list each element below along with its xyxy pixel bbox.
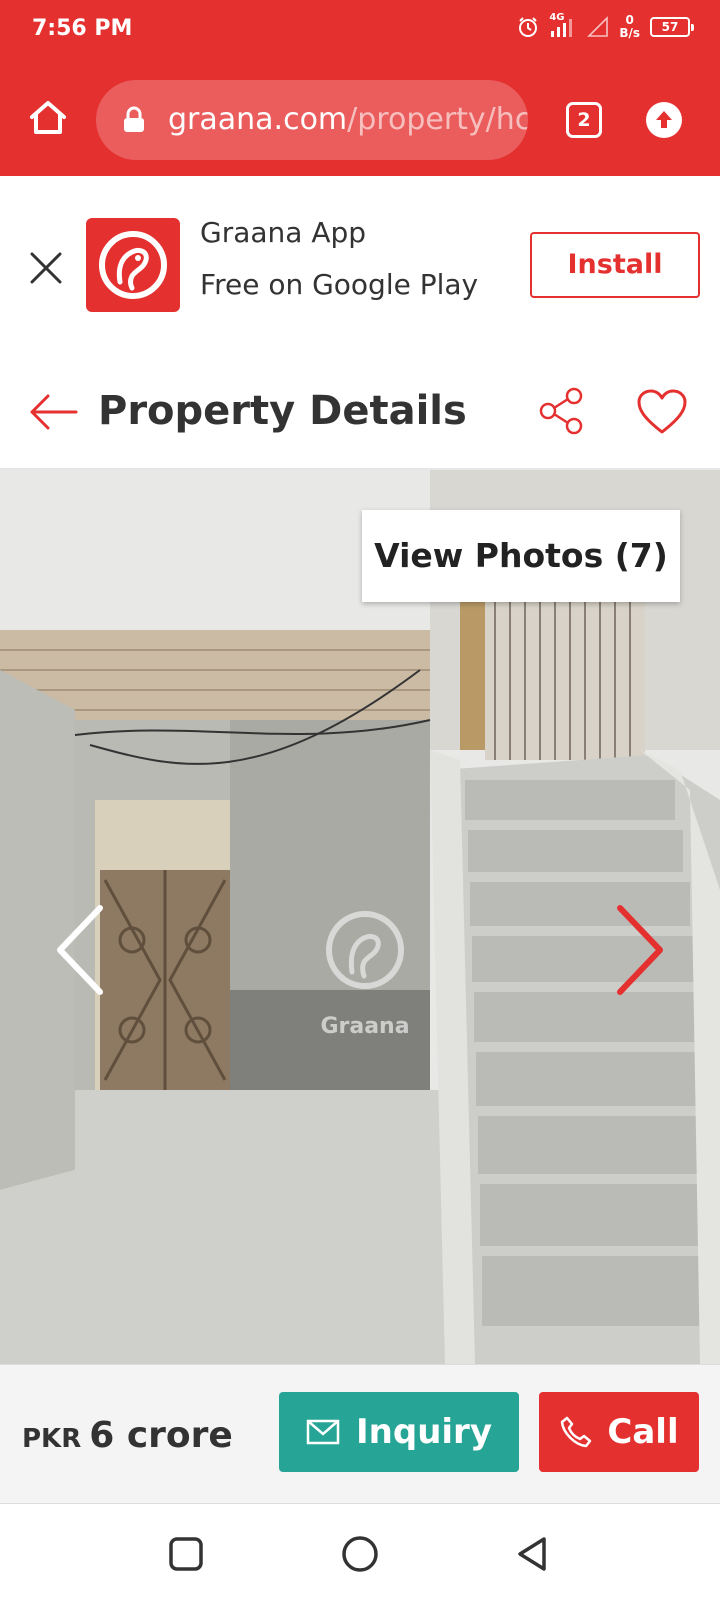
square-icon	[169, 1537, 203, 1571]
call-button[interactable]: Call	[539, 1392, 699, 1472]
upload-button[interactable]	[646, 102, 682, 138]
home-icon	[30, 101, 66, 134]
back-arrow-icon	[30, 394, 78, 430]
network-speed-unit: B/s	[619, 26, 640, 40]
watermark-text: Graana	[320, 1014, 410, 1039]
previous-photo-button[interactable]	[50, 900, 110, 1000]
view-photos-button[interactable]: View Photos (7)	[362, 510, 680, 602]
graana-watermark-icon	[326, 911, 404, 989]
share-icon	[539, 387, 583, 435]
url-domain: graana.com	[168, 102, 348, 137]
app-install-banner: Graana App Free on Google Play Install	[0, 176, 720, 356]
phone-icon	[561, 1416, 592, 1448]
browser-toolbar: graana.com/property/hc 2	[0, 64, 720, 176]
home-nav-button[interactable]	[340, 1534, 380, 1574]
graana-app-logo	[86, 218, 180, 312]
inquiry-button[interactable]: Inquiry	[279, 1392, 519, 1472]
page-title: Property Details	[98, 388, 467, 434]
signal-empty-icon	[587, 16, 609, 37]
battery-icon: 57	[650, 17, 694, 37]
share-button[interactable]	[536, 386, 586, 436]
price: PKR 6 crore	[22, 1415, 233, 1456]
price-currency: PKR	[22, 1424, 82, 1454]
recents-button[interactable]	[166, 1534, 206, 1574]
next-photo-button[interactable]	[610, 900, 670, 1000]
close-banner-button[interactable]	[26, 248, 66, 288]
tab-switcher-button[interactable]: 2	[566, 102, 602, 138]
signal-strength-icon: 4G	[549, 12, 577, 39]
favorite-button[interactable]	[636, 388, 688, 436]
back-button[interactable]	[28, 386, 80, 438]
address-bar[interactable]: graana.com/property/hc	[96, 80, 528, 160]
page-header: Property Details	[0, 356, 720, 470]
close-icon	[30, 252, 62, 284]
install-button[interactable]: Install	[530, 232, 700, 298]
status-bar: 7:56 PM 4G 0 B/s 57	[0, 0, 720, 64]
app-subtitle: Free on Google Play	[200, 268, 479, 301]
chevron-left-icon	[57, 905, 103, 995]
url-path: /property/hc	[347, 102, 528, 137]
system-navigation-bar	[0, 1504, 720, 1600]
app-name: Graana App	[200, 216, 367, 249]
graana-logo-icon	[99, 231, 167, 299]
inquiry-label: Inquiry	[356, 1412, 492, 1452]
upload-icon	[656, 111, 672, 128]
price-amount: 6 crore	[89, 1415, 233, 1456]
chevron-right-icon	[617, 905, 663, 995]
circle-icon	[342, 1536, 378, 1572]
alarm-icon	[519, 17, 538, 37]
back-nav-button[interactable]	[512, 1534, 552, 1574]
property-photo[interactable]: Graana View Photos (7)	[0, 470, 720, 1364]
action-bar: PKR 6 crore Inquiry Call	[0, 1364, 720, 1504]
heart-icon	[637, 389, 687, 434]
call-label: Call	[607, 1412, 679, 1452]
status-time: 7:56 PM	[32, 16, 133, 41]
network-speed: 0 B/s	[619, 14, 640, 40]
triangle-back-icon	[518, 1537, 546, 1571]
status-icons: 4G 0 B/s 57	[517, 12, 694, 40]
home-button[interactable]	[26, 96, 70, 140]
lock-icon	[124, 106, 144, 132]
url-text: graana.com/property/hc	[168, 102, 528, 137]
mail-icon	[306, 1419, 340, 1445]
